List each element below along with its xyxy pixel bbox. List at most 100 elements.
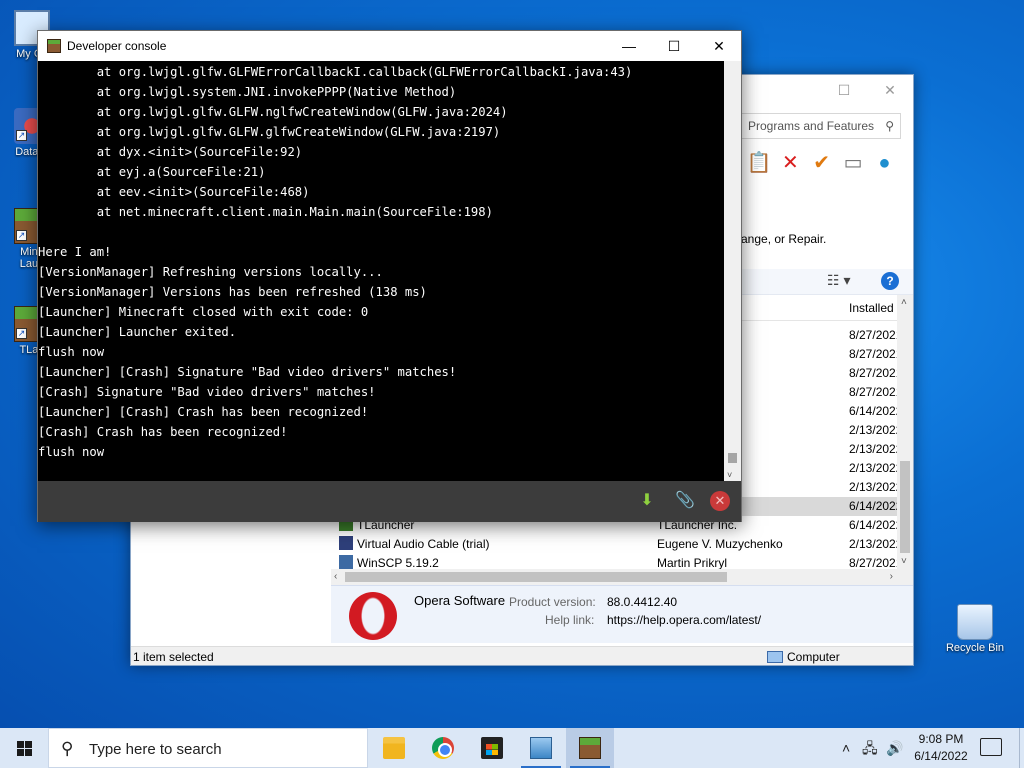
- taskbar-search[interactable]: ⚲ Type here to search: [48, 728, 368, 768]
- toolbar: 📋 ✕ ✔ ▭ ●: [745, 149, 898, 177]
- taskbar-microsoft-store[interactable]: [468, 728, 516, 768]
- program-installed-on: 2/13/2022: [849, 480, 903, 494]
- checkmark-icon[interactable]: ✔: [808, 149, 836, 177]
- program-installed-on: 6/14/2022: [849, 499, 903, 513]
- notification-icon[interactable]: [980, 738, 1002, 756]
- desktop-icon-label: Recycle Bin: [945, 642, 1005, 654]
- show-desktop-button[interactable]: [1019, 728, 1024, 768]
- volume-icon[interactable]: 🔊: [886, 728, 903, 768]
- console-line: Here I am!: [38, 245, 112, 259]
- shortcut-arrow-icon: ↗: [16, 328, 27, 339]
- maximize-button[interactable]: ☐: [821, 75, 867, 106]
- details-publisher: Opera Software: [414, 593, 506, 608]
- console-line: at dyx.<init>(SourceFile:92): [38, 145, 303, 159]
- minimize-button[interactable]: —: [606, 31, 652, 61]
- start-button[interactable]: [0, 728, 48, 768]
- console-line: flush now: [38, 445, 105, 459]
- program-row[interactable]: WinSCP 5.19.2 Martin Prikryl 8/27/2021: [331, 554, 902, 569]
- desktop-icon-recycle-bin[interactable]: Recycle Bin: [940, 604, 1010, 654]
- close-circle-icon[interactable]: ✕: [710, 491, 730, 511]
- scroll-down-icon[interactable]: ˅: [901, 556, 907, 567]
- clock[interactable]: 9:08 PM 6/14/2022: [904, 731, 978, 765]
- globe-icon[interactable]: ●: [870, 149, 898, 177]
- close-button[interactable]: ✕: [867, 75, 913, 106]
- computer-icon: [767, 651, 783, 663]
- taskbar-chrome[interactable]: [419, 728, 467, 768]
- console-line: [VersionManager] Refreshing versions loc…: [38, 265, 383, 279]
- title-bar[interactable]: Developer console — ☐ ✕: [38, 31, 741, 61]
- program-installed-on: 2/13/2022: [849, 461, 903, 475]
- shortcut-arrow-icon: ↗: [16, 230, 27, 241]
- scroll-right-icon[interactable]: ›: [890, 571, 893, 582]
- network-icon[interactable]: 🖧: [862, 728, 878, 768]
- scroll-left-icon[interactable]: ‹: [334, 571, 337, 582]
- program-row[interactable]: Virtual Audio Cable (trial) Eugene V. Muz…: [331, 535, 902, 554]
- developer-console-window: Developer console — ☐ ✕ at org.lwjgl.glf…: [37, 30, 742, 522]
- program-publisher: Martin Prikryl: [657, 556, 728, 569]
- delete-x-icon[interactable]: ✕: [776, 149, 804, 177]
- console-line: at org.lwjgl.system.JNI.invokePPPP(Nativ…: [38, 85, 457, 99]
- minecraft-icon: [47, 39, 61, 53]
- status-location: Computer: [767, 650, 840, 664]
- taskbar-file-explorer[interactable]: [370, 728, 418, 768]
- program-installed-on: 8/27/2021: [849, 385, 903, 399]
- taskbar: ⚲ Type here to search ˄ 🖧 🔊 9:08 PM 6/14…: [0, 728, 1024, 768]
- console-line: flush now: [38, 345, 105, 359]
- taskbar-minecraft[interactable]: [566, 728, 614, 768]
- console-scrollbar[interactable]: ˅: [724, 61, 741, 481]
- search-input[interactable]: Programs and Features ⚲: [741, 113, 901, 139]
- program-name-text: Virtual Audio Cable (trial): [357, 537, 490, 551]
- program-name-text: WinSCP 5.19.2: [357, 556, 439, 569]
- console-line: [Launcher] [Crash] Crash has been recogn…: [38, 405, 369, 419]
- taskbar-control-panel[interactable]: [517, 728, 565, 768]
- program-name: Virtual Audio Cable (trial): [339, 535, 490, 554]
- windows-logo-icon: [17, 741, 32, 756]
- program-installed-on: 6/14/2022: [849, 518, 903, 532]
- program-publisher: Eugene V. Muzychenko: [657, 537, 783, 551]
- description-text: ange, or Repair.: [741, 232, 827, 246]
- opera-logo-icon: [349, 592, 397, 640]
- program-installed-on: 6/14/2022: [849, 404, 903, 418]
- console-line: at org.lwjgl.glfw.GLFWErrorCallbackI.cal…: [38, 65, 633, 79]
- status-bar: 1 item selected Computer: [131, 646, 913, 665]
- program-installed-on: 2/13/2022: [849, 537, 903, 551]
- clipboard-icon[interactable]: 📋: [745, 149, 773, 177]
- scroll-thumb[interactable]: [345, 572, 727, 582]
- card-icon[interactable]: ▭: [839, 149, 867, 177]
- program-installed-on: 8/27/2021: [849, 347, 903, 361]
- program-installed-on: 8/27/2021: [849, 556, 903, 569]
- help-icon[interactable]: ?: [881, 272, 899, 290]
- control-panel-icon: [530, 737, 552, 759]
- console-line: [VersionManager] Versions has been refre…: [38, 285, 427, 299]
- recycle-bin-icon: [957, 604, 993, 640]
- store-icon: [481, 737, 503, 759]
- product-version-value: 88.0.4412.40: [607, 595, 678, 609]
- help-link[interactable]: https://help.opera.com/latest/: [607, 613, 761, 627]
- details-pane: Opera Software Product version: 88.0.441…: [331, 585, 913, 643]
- console-line: at eyj.a(SourceFile:21): [38, 165, 266, 179]
- horizontal-scrollbar[interactable]: ‹ ›: [331, 569, 913, 585]
- scroll-down-icon[interactable]: ˅: [727, 470, 732, 480]
- clock-date: 6/14/2022: [914, 749, 968, 763]
- console-line: at org.lwjgl.glfw.GLFW.nglfwCreateWindow…: [38, 105, 508, 119]
- console-output[interactable]: at org.lwjgl.glfw.GLFWErrorCallbackI.cal…: [38, 61, 726, 481]
- scroll-thumb[interactable]: [728, 453, 737, 463]
- download-arrow-icon[interactable]: ⬇: [636, 490, 658, 512]
- close-button[interactable]: ✕: [696, 31, 742, 61]
- scroll-up-icon[interactable]: ˄: [901, 297, 907, 308]
- taskbar-search-placeholder: Type here to search: [89, 741, 222, 758]
- console-line: [Launcher] [Crash] Signature "Bad video …: [38, 365, 457, 379]
- chevron-up-icon[interactable]: ˄: [842, 728, 850, 768]
- minecraft-icon: [579, 737, 601, 759]
- paperclip-icon[interactable]: 📎: [674, 490, 696, 512]
- window-title: Developer console: [67, 39, 167, 53]
- vertical-scrollbar[interactable]: ˄ ˅: [897, 295, 913, 569]
- maximize-button[interactable]: ☐: [651, 31, 697, 61]
- scroll-thumb[interactable]: [900, 461, 910, 553]
- program-installed-on: 8/27/2021: [849, 328, 903, 342]
- console-line: [Launcher] Launcher exited.: [38, 325, 237, 339]
- program-installed-on: 8/27/2021: [849, 366, 903, 380]
- column-installed-on[interactable]: Installed: [849, 301, 894, 315]
- view-options-icon[interactable]: ☷ ▾: [827, 272, 850, 289]
